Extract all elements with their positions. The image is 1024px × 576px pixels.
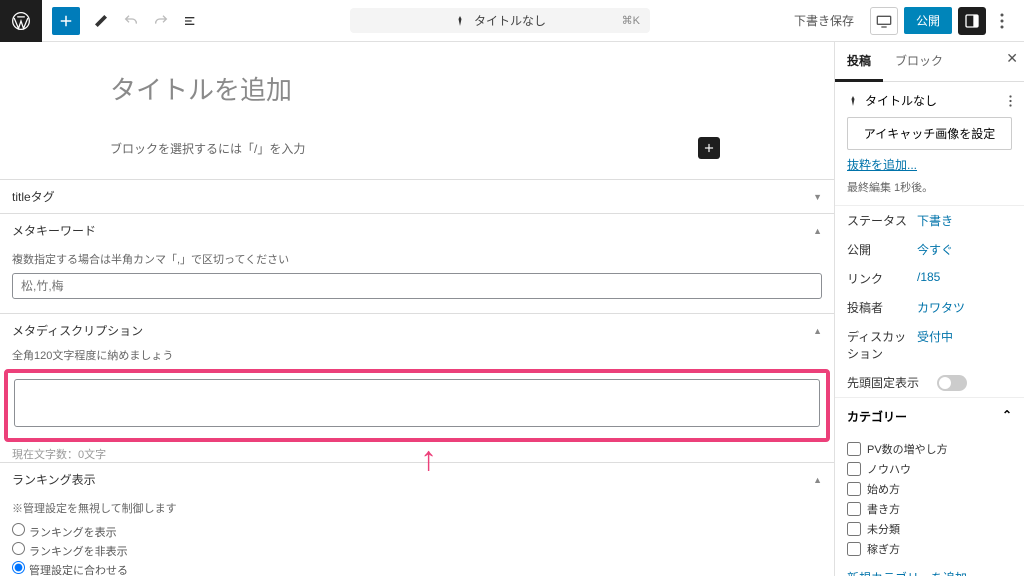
ranking-opt-follow[interactable]: 管理設定に合わせる [12, 560, 822, 576]
publish-label: 公開 [847, 241, 917, 258]
ranking-help: ※管理設定を無視して制御します [12, 500, 822, 516]
category-item[interactable]: 未分類 [847, 519, 1012, 539]
meta-keywords-help: 複数指定する場合は半角カンマ「,」で区切ってください [12, 251, 822, 267]
post-title-input[interactable]: タイトルを追加 [110, 70, 724, 107]
categories-panel-header[interactable]: カテゴリー ⌃ [835, 397, 1024, 435]
more-icon[interactable] [1009, 94, 1012, 108]
author-value[interactable]: カワタツ [917, 299, 965, 316]
status-label: ステータス [847, 212, 917, 229]
meta-keywords-input[interactable] [12, 273, 822, 299]
link-value[interactable]: /185 [917, 270, 940, 287]
document-outline-icon[interactable] [176, 6, 206, 36]
chevron-up-icon: ▲ [813, 326, 822, 336]
metabox-ranking-label: ランキング表示 [12, 471, 96, 488]
metabox-title-tag-header[interactable]: titleタグ ▼ [0, 180, 834, 213]
tab-post[interactable]: 投稿 [835, 42, 883, 82]
publish-value[interactable]: 今すぐ [917, 241, 953, 258]
chevron-up-icon: ▲ [813, 226, 822, 236]
category-item[interactable]: ノウハウ [847, 459, 1012, 479]
chevron-up-icon: ⌃ [1002, 408, 1012, 425]
discussion-value[interactable]: 受付中 [917, 328, 953, 362]
sidebar-tabs: 投稿 ブロック ✕ [835, 42, 1024, 82]
sticky-label: 先頭固定表示 [847, 374, 937, 391]
chevron-up-icon: ▲ [813, 475, 822, 485]
undo-icon[interactable] [116, 6, 146, 36]
inline-add-block-button[interactable] [698, 137, 720, 159]
pen-icon [454, 15, 466, 27]
redo-icon[interactable] [146, 6, 176, 36]
settings-panel-toggle[interactable] [958, 7, 986, 35]
meta-description-textarea[interactable] [14, 379, 820, 427]
set-featured-image-button[interactable]: アイキャッチ画像を設定 [847, 117, 1012, 150]
add-block-button[interactable] [52, 7, 80, 35]
metabox-meta-description: メタディスクリプション ▲ 全角120文字程度に納めましょう 現在文字数：0文字 [0, 313, 834, 462]
category-item[interactable]: 始め方 [847, 479, 1012, 499]
annotation-highlight [4, 369, 830, 442]
metabox-title-tag: titleタグ ▼ [0, 179, 834, 213]
top-toolbar: タイトルなし ⌘K 下書き保存 公開 [0, 0, 1024, 42]
ranking-opt-show[interactable]: ランキングを表示 [12, 522, 822, 541]
tab-block[interactable]: ブロック [883, 42, 955, 81]
author-label: 投稿者 [847, 299, 917, 316]
chevron-down-icon: ▼ [813, 192, 822, 202]
link-label: リンク [847, 270, 917, 287]
metabox-ranking: ランキング表示 ▲ ※管理設定を無視して制御します ランキングを表示 ランキング… [0, 462, 834, 576]
preview-button[interactable] [870, 7, 898, 35]
editor-canvas: タイトルを追加 ブロックを選択するには「/」を入力 titleタグ ▼ メタキー… [0, 42, 834, 576]
meta-description-help: 全角120文字程度に納めましょう [0, 347, 834, 363]
edit-mode-icon[interactable] [86, 6, 116, 36]
close-sidebar-icon[interactable]: ✕ [1006, 50, 1018, 67]
wordpress-logo[interactable] [0, 0, 42, 42]
sticky-toggle[interactable] [937, 375, 967, 391]
metabox-meta-keywords-header[interactable]: メタキーワード ▲ [0, 214, 834, 247]
categories-list: PV数の増やし方 ノウハウ 始め方 書き方 未分類 稼ぎ方 [835, 435, 1024, 563]
last-edit-text: 最終編集 1秒後。 [847, 179, 1012, 195]
shortcut-hint: ⌘K [622, 14, 640, 27]
pen-icon [847, 95, 859, 107]
status-value[interactable]: 下書き [917, 212, 953, 229]
category-item[interactable]: 書き方 [847, 499, 1012, 519]
block-hint-text[interactable]: ブロックを選択するには「/」を入力 [110, 140, 305, 157]
settings-sidebar: 投稿 ブロック ✕ タイトルなし アイキャッチ画像を設定 抜粋を追加... 最終… [834, 42, 1024, 576]
category-item[interactable]: 稼ぎ方 [847, 539, 1012, 559]
metabox-title-tag-label: titleタグ [12, 188, 55, 205]
meta-description-char-count: 現在文字数：0文字 [0, 446, 834, 462]
publish-button[interactable]: 公開 [904, 7, 952, 34]
add-excerpt-link[interactable]: 抜粋を追加... [847, 156, 917, 173]
add-category-link[interactable]: 新規カテゴリーを追加 [835, 563, 1024, 576]
more-options-icon[interactable] [988, 7, 1016, 35]
metabox-meta-description-header[interactable]: メタディスクリプション ▲ [0, 314, 834, 347]
save-draft-button[interactable]: 下書き保存 [794, 12, 854, 29]
metabox-meta-description-label: メタディスクリプション [12, 322, 143, 339]
category-item[interactable]: PV数の増やし方 [847, 439, 1012, 459]
metabox-meta-keywords: メタキーワード ▲ 複数指定する場合は半角カンマ「,」で区切ってください [0, 213, 834, 313]
ranking-opt-hide[interactable]: ランキングを非表示 [12, 541, 822, 560]
document-title-text: タイトルなし [474, 12, 546, 29]
metabox-ranking-header[interactable]: ランキング表示 ▲ [0, 463, 834, 496]
sidebar-doc-title: タイトルなし [865, 92, 937, 109]
document-title-pill[interactable]: タイトルなし ⌘K [350, 8, 650, 33]
discussion-label: ディスカッション [847, 328, 917, 362]
metabox-meta-keywords-label: メタキーワード [12, 222, 96, 239]
categories-label: カテゴリー [847, 408, 907, 425]
